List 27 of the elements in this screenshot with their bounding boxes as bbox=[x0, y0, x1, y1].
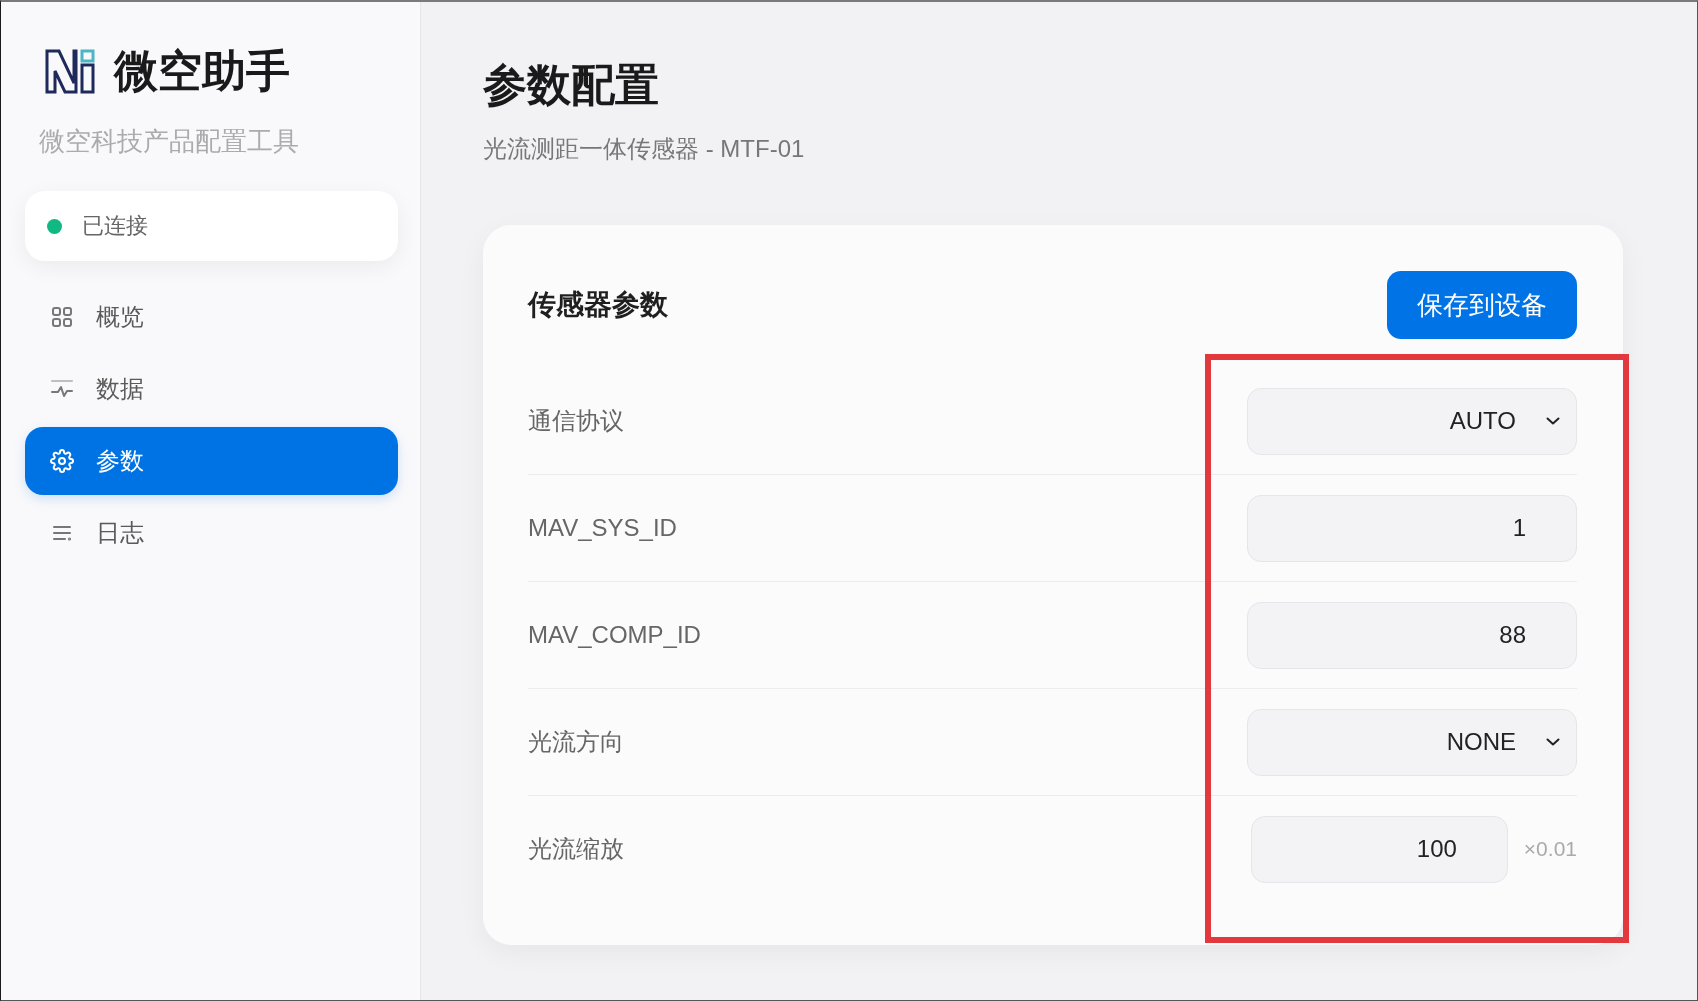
status-text: 已连接 bbox=[82, 212, 148, 241]
logo-icon bbox=[45, 48, 96, 94]
app-title: 微空助手 bbox=[114, 48, 290, 95]
chevron-down-icon bbox=[1546, 417, 1560, 426]
page-title: 参数配置 bbox=[483, 60, 660, 111]
nav-item[interactable]: 日志 bbox=[25, 499, 398, 568]
number-field[interactable]: 1 bbox=[1247, 494, 1577, 562]
nav-item[interactable]: 概览 bbox=[25, 283, 398, 352]
card-title: 传感器参数 bbox=[528, 288, 668, 323]
param-label: 通信协议 bbox=[528, 406, 624, 437]
app-subtitle: 微空科技产品配置工具 bbox=[38, 126, 300, 158]
page-subtitle: 光流测距一体传感器 - MTF-01 bbox=[483, 134, 806, 164]
dropdown[interactable]: AUTO bbox=[1247, 387, 1577, 455]
param-label: 光流方向 bbox=[528, 727, 624, 758]
unit-label: ×0.01 bbox=[1523, 837, 1577, 862]
param-label: MAV_SYS_ID bbox=[528, 514, 677, 543]
dropdown[interactable]: NONE bbox=[1247, 708, 1577, 776]
nav-item[interactable]: 数据 bbox=[25, 355, 398, 424]
chevron-down-icon bbox=[1546, 738, 1560, 747]
number-field[interactable]: 100 bbox=[1250, 815, 1508, 883]
grid-icon bbox=[50, 305, 74, 330]
settings-icon bbox=[50, 449, 74, 474]
param-label: 光流缩放 bbox=[528, 834, 624, 865]
save-button[interactable]: 保存到设备 bbox=[1387, 271, 1577, 340]
number-field[interactable]: 88 bbox=[1247, 601, 1577, 669]
nav-item[interactable]: 参数 bbox=[25, 427, 398, 496]
param-label: MAV_COMP_ID bbox=[528, 621, 701, 650]
